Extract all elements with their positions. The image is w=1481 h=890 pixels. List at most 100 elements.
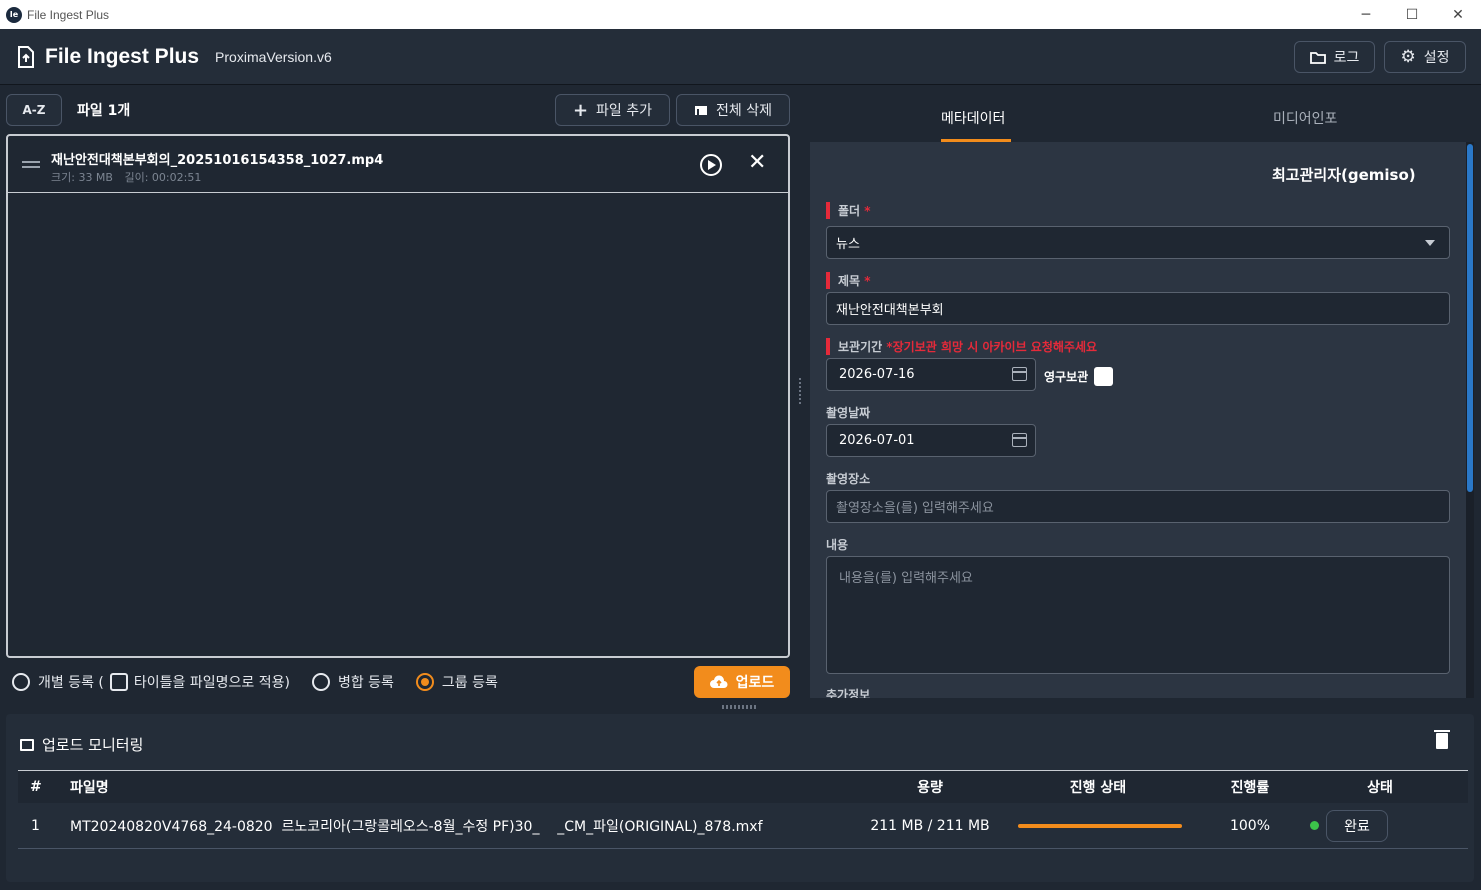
app-icon: Ie bbox=[6, 6, 22, 23]
plus-icon: + bbox=[572, 99, 589, 121]
register-options: 개별 등록 ( 타이틀을 파일명으로 적용) 병합 등록 그룹 등록 bbox=[12, 672, 498, 692]
remove-file-icon[interactable]: ✕ bbox=[748, 150, 766, 175]
app-version: ProximaVersion.v6 bbox=[215, 48, 332, 65]
cloud-upload-icon bbox=[709, 675, 728, 688]
content-label: 내용 bbox=[826, 538, 849, 552]
gear-icon: ⚙ bbox=[1400, 47, 1416, 67]
monitor-icon bbox=[20, 738, 34, 751]
radio-merge[interactable] bbox=[311, 673, 330, 691]
maximize-button[interactable]: ☐ bbox=[1389, 0, 1435, 29]
radio-group-label: 그룹 등록 bbox=[441, 675, 498, 691]
chevron-down-icon bbox=[1425, 240, 1435, 246]
window-title: File Ingest Plus bbox=[27, 7, 110, 22]
upload-label: 업로드 bbox=[735, 675, 775, 691]
permanent-label: 영구보관 bbox=[1044, 370, 1089, 384]
radio-individual[interactable] bbox=[12, 673, 30, 691]
extra-info-label: 추가정보 bbox=[826, 688, 871, 698]
table-row[interactable]: 1 MT20240820V4768_24-0820 르노코리아(그랑콜레오스-8… bbox=[18, 803, 1468, 849]
file-name: 재난안전대책본부회의_20251016154358_1027.mp4 bbox=[51, 153, 384, 168]
table-header: # 파일명 용량 진행 상태 진행률 상태 bbox=[18, 770, 1468, 803]
tab-metadata[interactable]: 메타데이터 bbox=[941, 108, 1005, 128]
retention-date-input[interactable]: 2026-07-16 bbox=[826, 358, 1036, 391]
row-index: 1 bbox=[31, 817, 40, 834]
settings-button[interactable]: ⚙ 설정 bbox=[1384, 41, 1466, 73]
title-as-filename-label: 타이틀을 파일명으로 적용) bbox=[133, 675, 290, 691]
window-controls: ─ ☐ ✕ bbox=[1343, 0, 1481, 29]
title-input[interactable]: 재난안전대책본부회 bbox=[826, 292, 1450, 325]
retention-label: 보관기간 *장기보관 희망 시 아카이브 요청해주세요 bbox=[826, 338, 1097, 355]
col-size: 용량 bbox=[917, 780, 943, 796]
permanent-checkbox[interactable] bbox=[1094, 367, 1114, 386]
location-label: 촬영장소 bbox=[826, 472, 871, 486]
calendar-icon[interactable] bbox=[1012, 367, 1027, 381]
log-label: 로그 bbox=[1333, 50, 1360, 66]
shoot-date-input[interactable]: 2026-07-01 bbox=[826, 424, 1036, 457]
delete-all-button[interactable]: 전체 삭제 bbox=[676, 94, 790, 126]
metadata-form: 최고관리자(gemiso) 폴더 * 뉴스 제목 * 재난안전대책본부회 보관기… bbox=[810, 142, 1466, 698]
app-header: File Ingest Plus ProximaVersion.v6 로그 ⚙ … bbox=[0, 29, 1481, 85]
col-progress-state: 진행 상태 bbox=[1069, 780, 1127, 796]
row-progress-bar bbox=[1016, 803, 1184, 848]
file-upload-icon bbox=[18, 45, 34, 68]
row-percent: 100% bbox=[1229, 817, 1271, 834]
delete-all-label: 전체 삭제 bbox=[716, 103, 772, 119]
log-button[interactable]: 로그 bbox=[1294, 41, 1375, 73]
calendar-icon[interactable] bbox=[1012, 433, 1027, 447]
content-textarea[interactable]: 내용을(를) 입력해주세요 bbox=[826, 556, 1450, 674]
eraser-icon bbox=[695, 106, 707, 115]
title-label: 제목 * bbox=[826, 272, 871, 289]
status-dot bbox=[1310, 803, 1319, 848]
minimize-button[interactable]: ─ bbox=[1343, 0, 1389, 29]
col-status: 상태 bbox=[1367, 780, 1393, 796]
user-name: 최고관리자(gemiso) bbox=[1272, 166, 1416, 184]
upload-button[interactable]: 업로드 bbox=[694, 666, 790, 698]
tab-mediainfo[interactable]: 미디어인포 bbox=[1273, 108, 1337, 128]
monitor-title-label: 업로드 모니터링 bbox=[42, 736, 144, 754]
location-input[interactable]: 촬영장소을(를) 입력해주세요 bbox=[826, 490, 1450, 523]
title-as-filename-checkbox[interactable] bbox=[109, 673, 128, 691]
radio-individual-label: 개별 등록 ( bbox=[38, 675, 104, 691]
drag-handle-icon[interactable] bbox=[22, 161, 40, 168]
folder-value: 뉴스 bbox=[836, 237, 860, 252]
folder-icon bbox=[1309, 51, 1326, 64]
vertical-splitter[interactable] bbox=[797, 376, 803, 412]
app-title: File Ingest Plus bbox=[45, 44, 200, 68]
file-count: 파일 1개 bbox=[77, 103, 131, 119]
meta-tabs: 메타데이터 미디어인포 bbox=[810, 86, 1472, 142]
sort-az-icon: A-Z bbox=[22, 103, 46, 117]
play-icon[interactable] bbox=[700, 154, 722, 176]
shoot-date-label: 촬영날짜 bbox=[826, 406, 871, 420]
meta-scrollbar[interactable] bbox=[1466, 142, 1474, 698]
scrollbar-thumb[interactable] bbox=[1467, 144, 1473, 492]
col-percent: 진행률 bbox=[1230, 780, 1270, 796]
add-file-label: 파일 추가 bbox=[596, 103, 653, 119]
radio-merge-label: 병합 등록 bbox=[337, 675, 394, 691]
folder-label: 폴더 * bbox=[826, 202, 871, 219]
file-duration: 길이: 00:02:51 bbox=[124, 171, 202, 184]
radio-group[interactable] bbox=[415, 673, 434, 691]
window-titlebar: Ie File Ingest Plus ─ ☐ ✕ bbox=[0, 0, 1481, 29]
close-window-button[interactable]: ✕ bbox=[1435, 0, 1481, 29]
row-filename: MT20240820V4768_24-0820 르노코리아(그랑콜레오스-8월_… bbox=[70, 818, 763, 835]
permanent-keep: 영구보관 bbox=[1044, 367, 1114, 386]
add-file-button[interactable]: + 파일 추가 bbox=[555, 94, 670, 126]
settings-label: 설정 bbox=[1423, 50, 1450, 66]
upload-monitor: 업로드 모니터링 # 파일명 용량 진행 상태 진행률 상태 1 MT20240… bbox=[6, 714, 1474, 882]
file-panel: A-Z 파일 1개 + 파일 추가 전체 삭제 재난안전대책본부회의_20251… bbox=[0, 86, 800, 706]
row-size: 211 MB / 211 MB bbox=[870, 817, 990, 834]
trash-icon[interactable] bbox=[1434, 730, 1450, 749]
shoot-date-value: 2026-07-01 bbox=[839, 433, 915, 448]
col-index: # bbox=[30, 779, 42, 795]
file-size: 크기: 33 MB bbox=[51, 171, 113, 184]
file-meta: 크기: 33 MB 길이: 00:02:51 bbox=[51, 169, 209, 185]
sort-button[interactable]: A-Z bbox=[6, 94, 62, 126]
file-list-item[interactable]: 재난안전대책본부회의_20251016154358_1027.mp4 크기: 3… bbox=[8, 136, 788, 193]
progress-bar-fill bbox=[1018, 823, 1182, 828]
row-status: 완료 bbox=[1326, 803, 1388, 848]
status-complete-button[interactable]: 완료 bbox=[1326, 809, 1388, 842]
monitor-title: 업로드 모니터링 bbox=[20, 734, 143, 755]
file-list: 재난안전대책본부회의_20251016154358_1027.mp4 크기: 3… bbox=[6, 134, 790, 658]
folder-select[interactable]: 뉴스 bbox=[826, 226, 1450, 259]
horizontal-splitter[interactable] bbox=[722, 705, 758, 711]
retention-date-value: 2026-07-16 bbox=[839, 367, 915, 382]
